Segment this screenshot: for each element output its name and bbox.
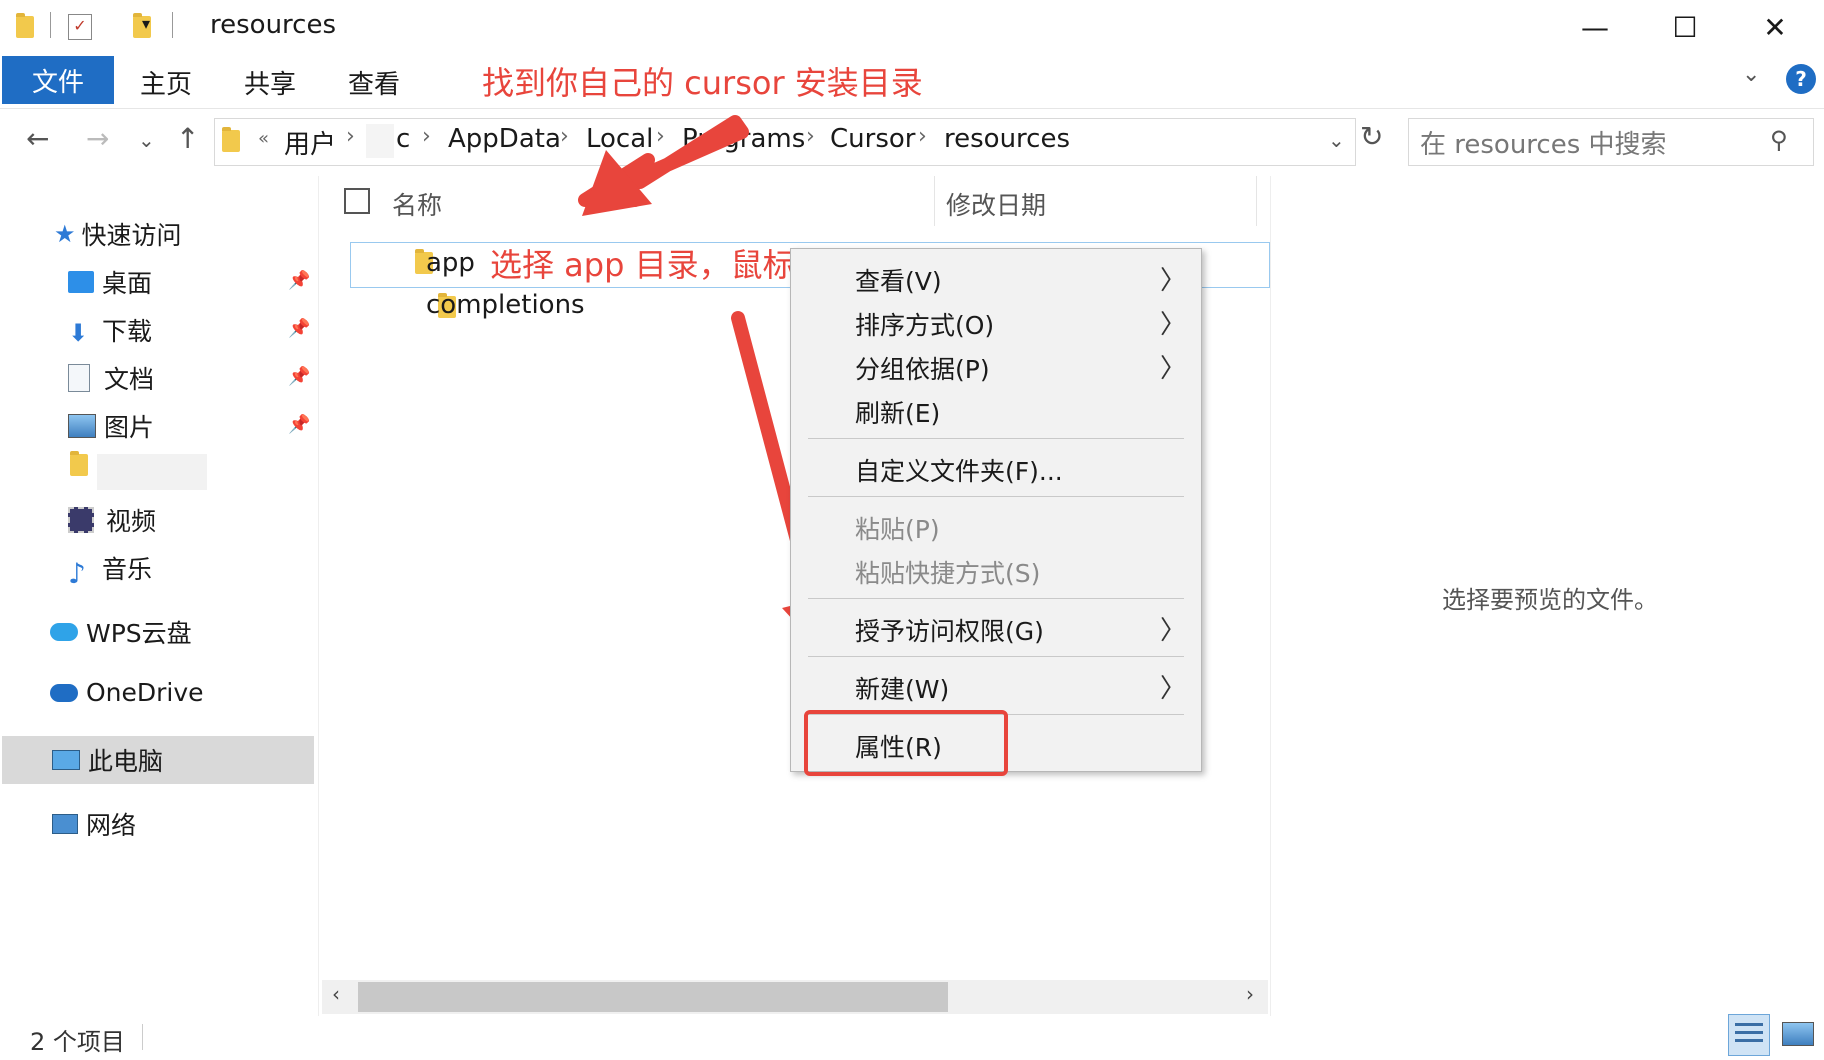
- submenu-chevron-icon: 〉: [1160, 354, 1187, 384]
- submenu-chevron-icon: 〉: [1160, 266, 1187, 296]
- submenu-chevron-icon: 〉: [1160, 674, 1187, 704]
- menu-item-new[interactable]: 新建(W): [855, 670, 949, 706]
- menu-item-group[interactable]: 分组依据(P): [855, 350, 990, 386]
- menu-separator: [808, 438, 1184, 439]
- annotation-highlight-box: [804, 710, 1008, 776]
- preview-placeholder: 选择要预览的文件。: [1442, 586, 1658, 614]
- submenu-chevron-icon: 〉: [1160, 310, 1187, 340]
- menu-item-grant-access[interactable]: 授予访问权限(G): [855, 612, 1044, 648]
- menu-item-sort[interactable]: 排序方式(O): [855, 306, 994, 342]
- details-view-icon[interactable]: [1728, 1014, 1770, 1056]
- menu-item-view[interactable]: 查看(V): [855, 262, 942, 298]
- large-icons-view-icon[interactable]: [1782, 1022, 1814, 1046]
- menu-item-paste-shortcut: 粘贴快捷方式(S): [855, 559, 1041, 588]
- status-item-count: 2 个项目: [30, 1028, 125, 1056]
- scrollbar-thumb[interactable]: [358, 982, 948, 1012]
- menu-item-customize[interactable]: 自定义文件夹(F)...: [855, 452, 1063, 488]
- status-divider: [142, 1024, 143, 1050]
- menu-separator: [808, 598, 1184, 599]
- scroll-right-icon[interactable]: ›: [1246, 982, 1254, 1006]
- menu-item-paste: 粘贴(P): [855, 515, 940, 544]
- menu-separator: [808, 496, 1184, 497]
- scroll-left-icon[interactable]: ‹: [332, 982, 340, 1006]
- submenu-chevron-icon: 〉: [1160, 616, 1187, 646]
- menu-separator: [808, 656, 1184, 657]
- menu-item-refresh[interactable]: 刷新(E): [855, 394, 940, 430]
- context-menu: [790, 248, 1202, 772]
- preview-divider[interactable]: [1270, 176, 1271, 1016]
